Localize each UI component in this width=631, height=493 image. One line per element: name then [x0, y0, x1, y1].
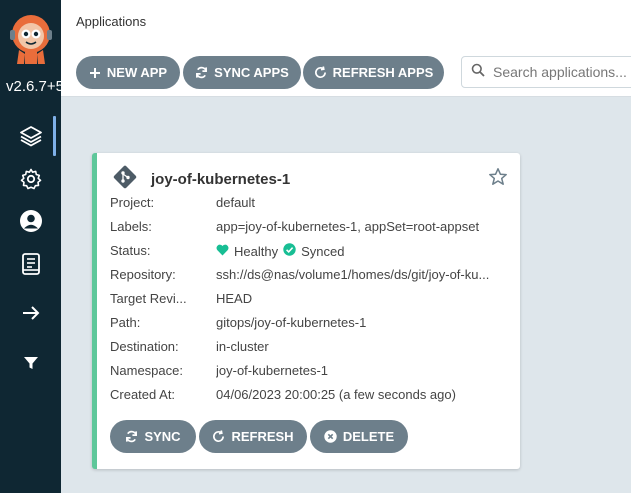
sync-label: SYNC [144, 429, 181, 444]
delete-button[interactable]: DELETE [310, 420, 408, 453]
refresh-button[interactable]: REFRESH [199, 420, 307, 453]
app-card-header: joy-of-kubernetes-1 [113, 165, 290, 194]
labels-label: Labels: [110, 219, 152, 234]
namespace-label: Namespace: [110, 363, 183, 378]
repository-label: Repository: [110, 267, 176, 282]
sidebar-item-user-info[interactable] [0, 201, 61, 241]
sidebar-item-documentation[interactable] [0, 244, 61, 284]
gear-icon [19, 167, 43, 191]
refresh-icon [212, 430, 225, 443]
sync-apps-label: SYNC APPS [214, 65, 289, 80]
sync-apps-button[interactable]: SYNC APPS [183, 56, 301, 89]
sidebar-expand-button[interactable] [0, 293, 61, 333]
user-icon [19, 209, 43, 233]
destination-value: in-cluster [216, 339, 269, 354]
search-input[interactable] [493, 64, 631, 80]
app-card[interactable]: joy-of-kubernetes-1 Project: default Lab… [92, 153, 520, 469]
labels-value: app=joy-of-kubernetes-1, appSet=root-app… [216, 219, 480, 234]
layers-icon [19, 124, 43, 148]
argo-logo[interactable] [8, 10, 54, 66]
toolbar: NEW APP SYNC APPS REFRESH APPS [61, 44, 631, 97]
close-circle-icon [324, 430, 337, 443]
search-icon [471, 63, 485, 82]
refresh-apps-label: REFRESH APPS [332, 65, 434, 80]
new-app-button[interactable]: NEW APP [76, 56, 180, 89]
filter-icon [22, 354, 40, 372]
sidebar-filter-button[interactable] [0, 343, 61, 383]
git-icon [113, 165, 137, 194]
refresh-label: REFRESH [231, 429, 294, 444]
sync-icon [195, 66, 208, 79]
refresh-apps-button[interactable]: REFRESH APPS [303, 56, 444, 89]
new-app-label: NEW APP [106, 65, 168, 80]
sync-button[interactable]: SYNC [110, 420, 196, 453]
project-label: Project: [110, 195, 155, 210]
sidebar-item-applications[interactable] [0, 116, 61, 156]
version-label: v2.6.7+5 [6, 78, 61, 95]
plus-icon [89, 67, 101, 79]
project-value: default [216, 195, 256, 210]
status-label: Status: [110, 243, 151, 258]
sidebar-item-settings[interactable] [0, 159, 61, 199]
path-label: Path: [110, 315, 141, 330]
search-box[interactable] [461, 56, 631, 88]
refresh-icon [314, 66, 327, 79]
page-title: Applications [76, 14, 147, 29]
delete-label: DELETE [342, 429, 395, 444]
sync-status: Synced [301, 243, 345, 259]
sync-icon [125, 430, 138, 443]
repository-value: ssh://ds@nas/volume1/homes/ds/git/joy-of… [216, 267, 490, 282]
target-revision-label: Target Revi... [110, 291, 187, 306]
sidebar: v2.6.7+5 [0, 0, 61, 493]
app-name[interactable]: joy-of-kubernetes-1 [151, 171, 290, 188]
check-circle-icon [283, 243, 296, 259]
book-icon [20, 252, 42, 276]
arrow-right-icon [21, 303, 41, 323]
heart-icon [216, 244, 229, 259]
top-header: Applications [61, 0, 631, 44]
path-value: gitops/joy-of-kubernetes-1 [216, 315, 367, 330]
destination-label: Destination: [110, 339, 179, 354]
status-value: Healthy Synced [216, 243, 344, 259]
favorite-star-icon[interactable] [488, 167, 508, 192]
health-status: Healthy [234, 243, 279, 259]
created-at-label: Created At: [110, 387, 176, 402]
created-at-value: 04/06/2023 20:00:25 (a few seconds ago) [216, 387, 456, 402]
target-revision-value: HEAD [216, 291, 253, 306]
namespace-value: joy-of-kubernetes-1 [216, 363, 328, 378]
